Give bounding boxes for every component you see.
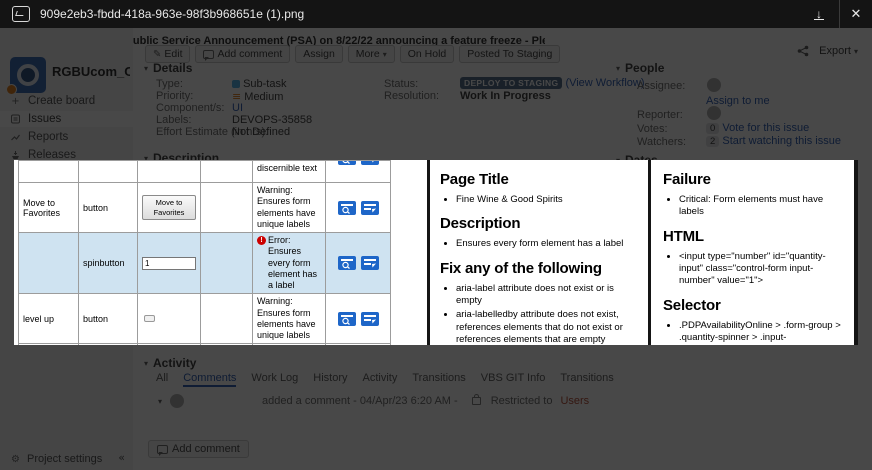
failure-heading: Failure (663, 171, 711, 188)
html-item: <input type="number" id="quantity-input"… (679, 251, 846, 288)
spinbutton-preview-input[interactable] (142, 256, 196, 270)
issues-table: discernible text Move to Favorites butto… (18, 160, 391, 345)
html-list: <input type="number" id="quantity-input"… (663, 251, 846, 288)
page-title-item: Fine Wine & Good Spirits (456, 194, 636, 206)
issue-name: level up (18, 293, 79, 345)
level-up-preview-button[interactable] (144, 314, 155, 322)
html-heading: HTML (663, 227, 704, 245)
report-detail-column: Page Title Fine Wine & Good Spirits Desc… (427, 160, 648, 345)
report-failure-column: Failure Critical: Form elements must hav… (648, 160, 858, 345)
table-row-selected[interactable]: spinbutton ! Error: Ensures every form e… (18, 231, 391, 295)
inspect-icon[interactable] (337, 200, 356, 215)
highlight-icon[interactable] (360, 161, 379, 165)
report-preview-panel: discernible text Move to Favorites butto… (14, 160, 858, 345)
issue-name (18, 231, 79, 295)
table-row[interactable]: level up button Warning: Ensures form el… (18, 293, 391, 345)
error-icon: ! (257, 236, 266, 245)
move-to-favorites-preview-button[interactable]: Move to Favorites (142, 195, 196, 220)
table-row[interactable]: level down button Warning: Ensures form … (18, 343, 391, 345)
issue-role: button (78, 293, 138, 345)
fix-any-heading: Fix any of the following (440, 259, 602, 277)
selector-heading: Selector (663, 296, 721, 314)
close-button[interactable]: ✕ (840, 0, 872, 28)
fix-any-item: aria-label attribute does not exist or i… (456, 283, 636, 308)
fix-any-list: aria-label attribute does not exist or i… (440, 283, 636, 345)
issue-message: discernible text (257, 163, 318, 173)
image-file-icon (12, 6, 30, 22)
issue-message: Warning: Ensures form elements have uniq… (257, 296, 316, 340)
failure-list: Critical: Form elements must have labels (663, 194, 846, 219)
page-title-heading: Page Title (440, 171, 509, 188)
fix-any-item: aria-labelledby attribute does not exist… (456, 309, 636, 345)
download-button[interactable]: ↓ (799, 0, 840, 28)
screen: Notifications: Jira team published a Pub… (0, 0, 872, 470)
highlight-icon[interactable] (360, 311, 379, 326)
inspect-icon[interactable] (337, 311, 356, 326)
table-row[interactable]: Move to Favorites button Move to Favorit… (18, 182, 391, 233)
issue-role: button (78, 182, 138, 233)
description-item: Ensures every form element has a label (456, 238, 636, 250)
issue-message-error: ! Error: Ensures every form element has … (257, 235, 321, 291)
description-heading: Description (440, 215, 521, 233)
inspect-icon[interactable] (337, 256, 356, 271)
viewer-actions: ↓ ✕ (799, 0, 872, 28)
table-row[interactable]: discernible text (18, 160, 391, 183)
issue-name: Move to Favorites (18, 182, 79, 233)
highlight-icon[interactable] (360, 256, 379, 271)
failure-item: Critical: Form elements must have labels (679, 194, 846, 219)
description-list: Ensures every form element has a label (440, 238, 636, 250)
issue-role: button (78, 343, 138, 345)
selector-list: .PDPAvailabilityOnline > .form-group > .… (663, 320, 846, 345)
page-title-list: Fine Wine & Good Spirits (440, 194, 636, 206)
issue-role: spinbutton (78, 231, 138, 295)
selector-item: .PDPAvailabilityOnline > .form-group > .… (679, 320, 846, 345)
inspect-icon[interactable] (337, 161, 356, 165)
issue-name: level down (18, 343, 79, 345)
download-icon: ↓ (814, 6, 824, 21)
attachment-viewer-bar: 909e2eb3-fbdd-418a-963e-98f3b968651e (1)… (0, 0, 872, 28)
attachment-filename: 909e2eb3-fbdd-418a-963e-98f3b968651e (1)… (40, 7, 305, 21)
highlight-icon[interactable] (360, 200, 379, 215)
issue-message: Warning: Ensures form elements have uniq… (257, 185, 316, 229)
